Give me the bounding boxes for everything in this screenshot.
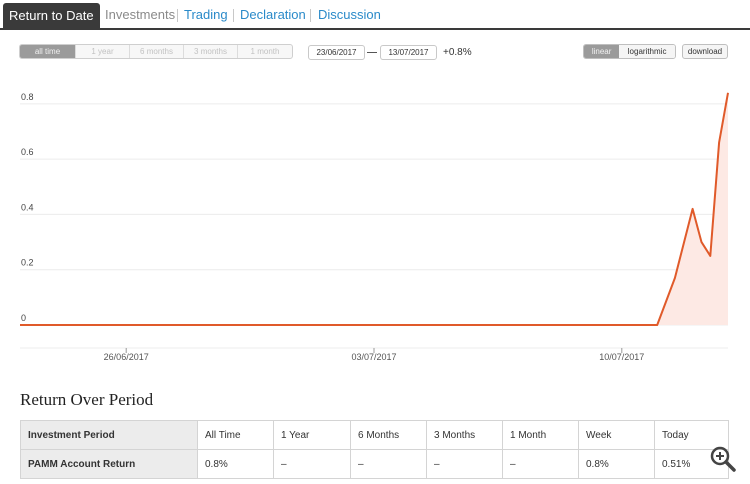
table-cell: – xyxy=(273,449,351,479)
x-tick-label: 03/07/2017 xyxy=(351,352,396,362)
period-6-months-button[interactable]: 6 months xyxy=(130,45,184,58)
table-row: PAMM Account Return 0.8% – – – – 0.8% 0.… xyxy=(20,449,729,479)
tab-trading[interactable]: Trading xyxy=(184,7,228,22)
y-tick-label: 0.6 xyxy=(21,147,34,157)
table-cell: 0.8% xyxy=(578,449,655,479)
table-header-label: Investment Period xyxy=(20,420,198,450)
return-over-period-title: Return Over Period xyxy=(20,390,154,409)
table-cell: 1 Year xyxy=(273,420,351,450)
tab-declaration[interactable]: Declaration xyxy=(240,7,306,22)
chart-grid xyxy=(20,103,728,349)
period-3-months-button[interactable]: 3 months xyxy=(184,45,238,58)
tab-separator xyxy=(233,9,234,22)
zoom-in-icon[interactable] xyxy=(709,445,737,473)
chart-line-layer xyxy=(20,92,729,326)
table-cell: 3 Months xyxy=(426,420,503,450)
x-tick-label: 10/07/2017 xyxy=(599,352,644,362)
table-cell: All Time xyxy=(197,420,274,450)
tab-return-to-date[interactable]: Return to Date xyxy=(3,3,100,30)
return-chart: 0 0.2 0.4 0.6 0.8 26/06/2017 03/07/2017 10/07/… xyxy=(20,92,729,362)
period-selector: all time 1 year 6 months 3 months 1 mont… xyxy=(19,44,293,59)
return-table: Investment Period All Time 1 Year 6 Mont… xyxy=(20,420,729,479)
table-cell: – xyxy=(426,449,503,479)
table-cell: – xyxy=(350,449,427,479)
y-tick-label: 0.8 xyxy=(21,92,34,102)
date-from-input[interactable]: 23/06/2017 xyxy=(308,45,365,60)
date-to-input[interactable]: 13/07/2017 xyxy=(380,45,437,60)
scale-logarithmic-button[interactable]: logarithmic xyxy=(619,45,675,58)
tab-investments[interactable]: Investments xyxy=(105,7,175,22)
period-1-year-button[interactable]: 1 year xyxy=(76,45,130,58)
chart-area-layer xyxy=(20,92,728,325)
scale-selector: linear logarithmic xyxy=(583,44,676,59)
table-cell: – xyxy=(502,449,579,479)
series-area xyxy=(20,92,728,325)
scale-linear-button[interactable]: linear xyxy=(584,45,620,58)
y-axis-labels: 0 0.2 0.4 0.6 0.8 xyxy=(21,92,34,323)
x-tick-label: 26/06/2017 xyxy=(104,352,149,362)
y-tick-label: 0.2 xyxy=(21,258,34,268)
series-line xyxy=(20,92,729,326)
x-axis-labels: 26/06/2017 03/07/2017 10/07/2017 xyxy=(104,348,644,362)
date-range-dash xyxy=(367,52,377,53)
table-row: Investment Period All Time 1 Year 6 Mont… xyxy=(20,420,729,450)
tab-separator xyxy=(310,9,311,22)
table-cell: 1 Month xyxy=(502,420,579,450)
period-all-time-button[interactable]: all time xyxy=(20,45,76,58)
table-cell: 0.8% xyxy=(197,449,274,479)
period-1-month-button[interactable]: 1 month xyxy=(238,45,292,58)
table-cell: 6 Months xyxy=(350,420,427,450)
tab-bar: Return to Date Investments Trading Decla… xyxy=(0,0,750,30)
y-tick-label: 0.4 xyxy=(21,202,34,212)
table-cell: Week xyxy=(578,420,655,450)
tab-discussion[interactable]: Discussion xyxy=(318,7,381,22)
tab-separator xyxy=(177,9,178,22)
download-button[interactable]: download xyxy=(682,44,728,59)
period-change-value: +0.8% xyxy=(443,47,472,58)
table-row-label: PAMM Account Return xyxy=(20,449,198,479)
y-tick-label: 0 xyxy=(21,313,26,323)
